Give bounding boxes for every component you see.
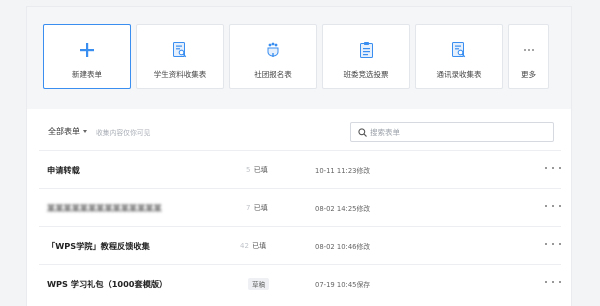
caret-down-icon: [83, 130, 87, 133]
row-more-button[interactable]: [545, 275, 561, 289]
search-input[interactable]: [370, 127, 540, 137]
card-label: 班委竞选投票: [343, 70, 389, 79]
row-more-button[interactable]: [545, 161, 561, 175]
modified-time: 08-02 14:25修改: [315, 205, 371, 213]
card-label: 新建表单: [72, 70, 102, 79]
fill-count-label: 已填: [253, 166, 268, 174]
form-title: 申请转载: [47, 165, 80, 175]
fill-count: 5 已填: [246, 165, 268, 175]
clipboard-vote-icon: [359, 39, 373, 61]
fill-count-number: 5: [246, 166, 251, 174]
saved-time: 07-19 10:45保存: [315, 281, 371, 289]
plus-icon: [80, 39, 94, 61]
fill-count-label: 已填: [253, 204, 268, 212]
all-forms-dropdown[interactable]: 全部表单: [48, 126, 87, 137]
more-dots-icon: [523, 39, 535, 61]
card-label: 通讯录收集表: [436, 70, 482, 79]
card-label: 社团报名表: [254, 70, 292, 79]
form-title-blurred: 某某某某某某某某某某某某某某: [47, 203, 162, 213]
fill-count-number: 42: [240, 242, 249, 250]
more-templates-card[interactable]: 更多: [508, 24, 549, 89]
search-icon: [358, 127, 367, 137]
form-search-icon: [173, 39, 187, 61]
fill-count-label: 已填: [252, 242, 267, 250]
fill-count: 7 已填: [246, 203, 268, 213]
student-info-form-card[interactable]: 学生资料收集表: [136, 24, 224, 89]
row-more-button[interactable]: [545, 199, 561, 213]
form-row[interactable]: WPS 学习礼包（1000套模版） 草稿 07-19 10:45保存: [39, 264, 561, 302]
card-label: 更多: [521, 70, 536, 79]
form-title: WPS 学习礼包（1000套模版）: [47, 279, 168, 289]
form-title: 「WPS学院」教程反馈收集: [47, 241, 150, 251]
fill-count: 42 已填: [240, 241, 266, 251]
form-row[interactable]: 某某某某某某某某某某某某某某 7 已填 08-02 14:25修改: [39, 188, 561, 226]
fill-count-number: 7: [246, 204, 251, 212]
draft-badge: 草稿: [248, 278, 270, 290]
card-label: 学生资料收集表: [153, 70, 207, 79]
modified-time: 10-11 11:23修改: [315, 167, 371, 175]
all-forms-label: 全部表单: [48, 127, 80, 136]
committee-vote-card[interactable]: 班委竞选投票: [322, 24, 410, 89]
form-row[interactable]: 申请转载 5 已填 10-11 11:23修改: [39, 150, 561, 188]
template-cards-area: 新建表单 学生资料收集表 社团报名表 班委竞选投票 通讯录收集表 更多: [27, 7, 571, 109]
row-more-button[interactable]: [545, 237, 561, 251]
privacy-note: 收集内容仅你可见: [96, 129, 151, 137]
filter-bar: 全部表单 收集内容仅你可见: [27, 119, 571, 145]
search-box[interactable]: [350, 122, 554, 142]
club-signup-card[interactable]: 社团报名表: [229, 24, 317, 89]
club-signup-icon: [264, 39, 282, 61]
modified-time: 08-02 10:46修改: [315, 243, 371, 251]
form-row[interactable]: 「WPS学院」教程反馈收集 42 已填 08-02 10:46修改: [39, 226, 561, 264]
new-form-card[interactable]: 新建表单: [43, 24, 131, 89]
form-search-icon: [452, 39, 466, 61]
forms-panel: 新建表单 学生资料收集表 社团报名表 班委竞选投票 通讯录收集表 更多 全部表单…: [26, 6, 572, 306]
contacts-form-card[interactable]: 通讯录收集表: [415, 24, 503, 89]
